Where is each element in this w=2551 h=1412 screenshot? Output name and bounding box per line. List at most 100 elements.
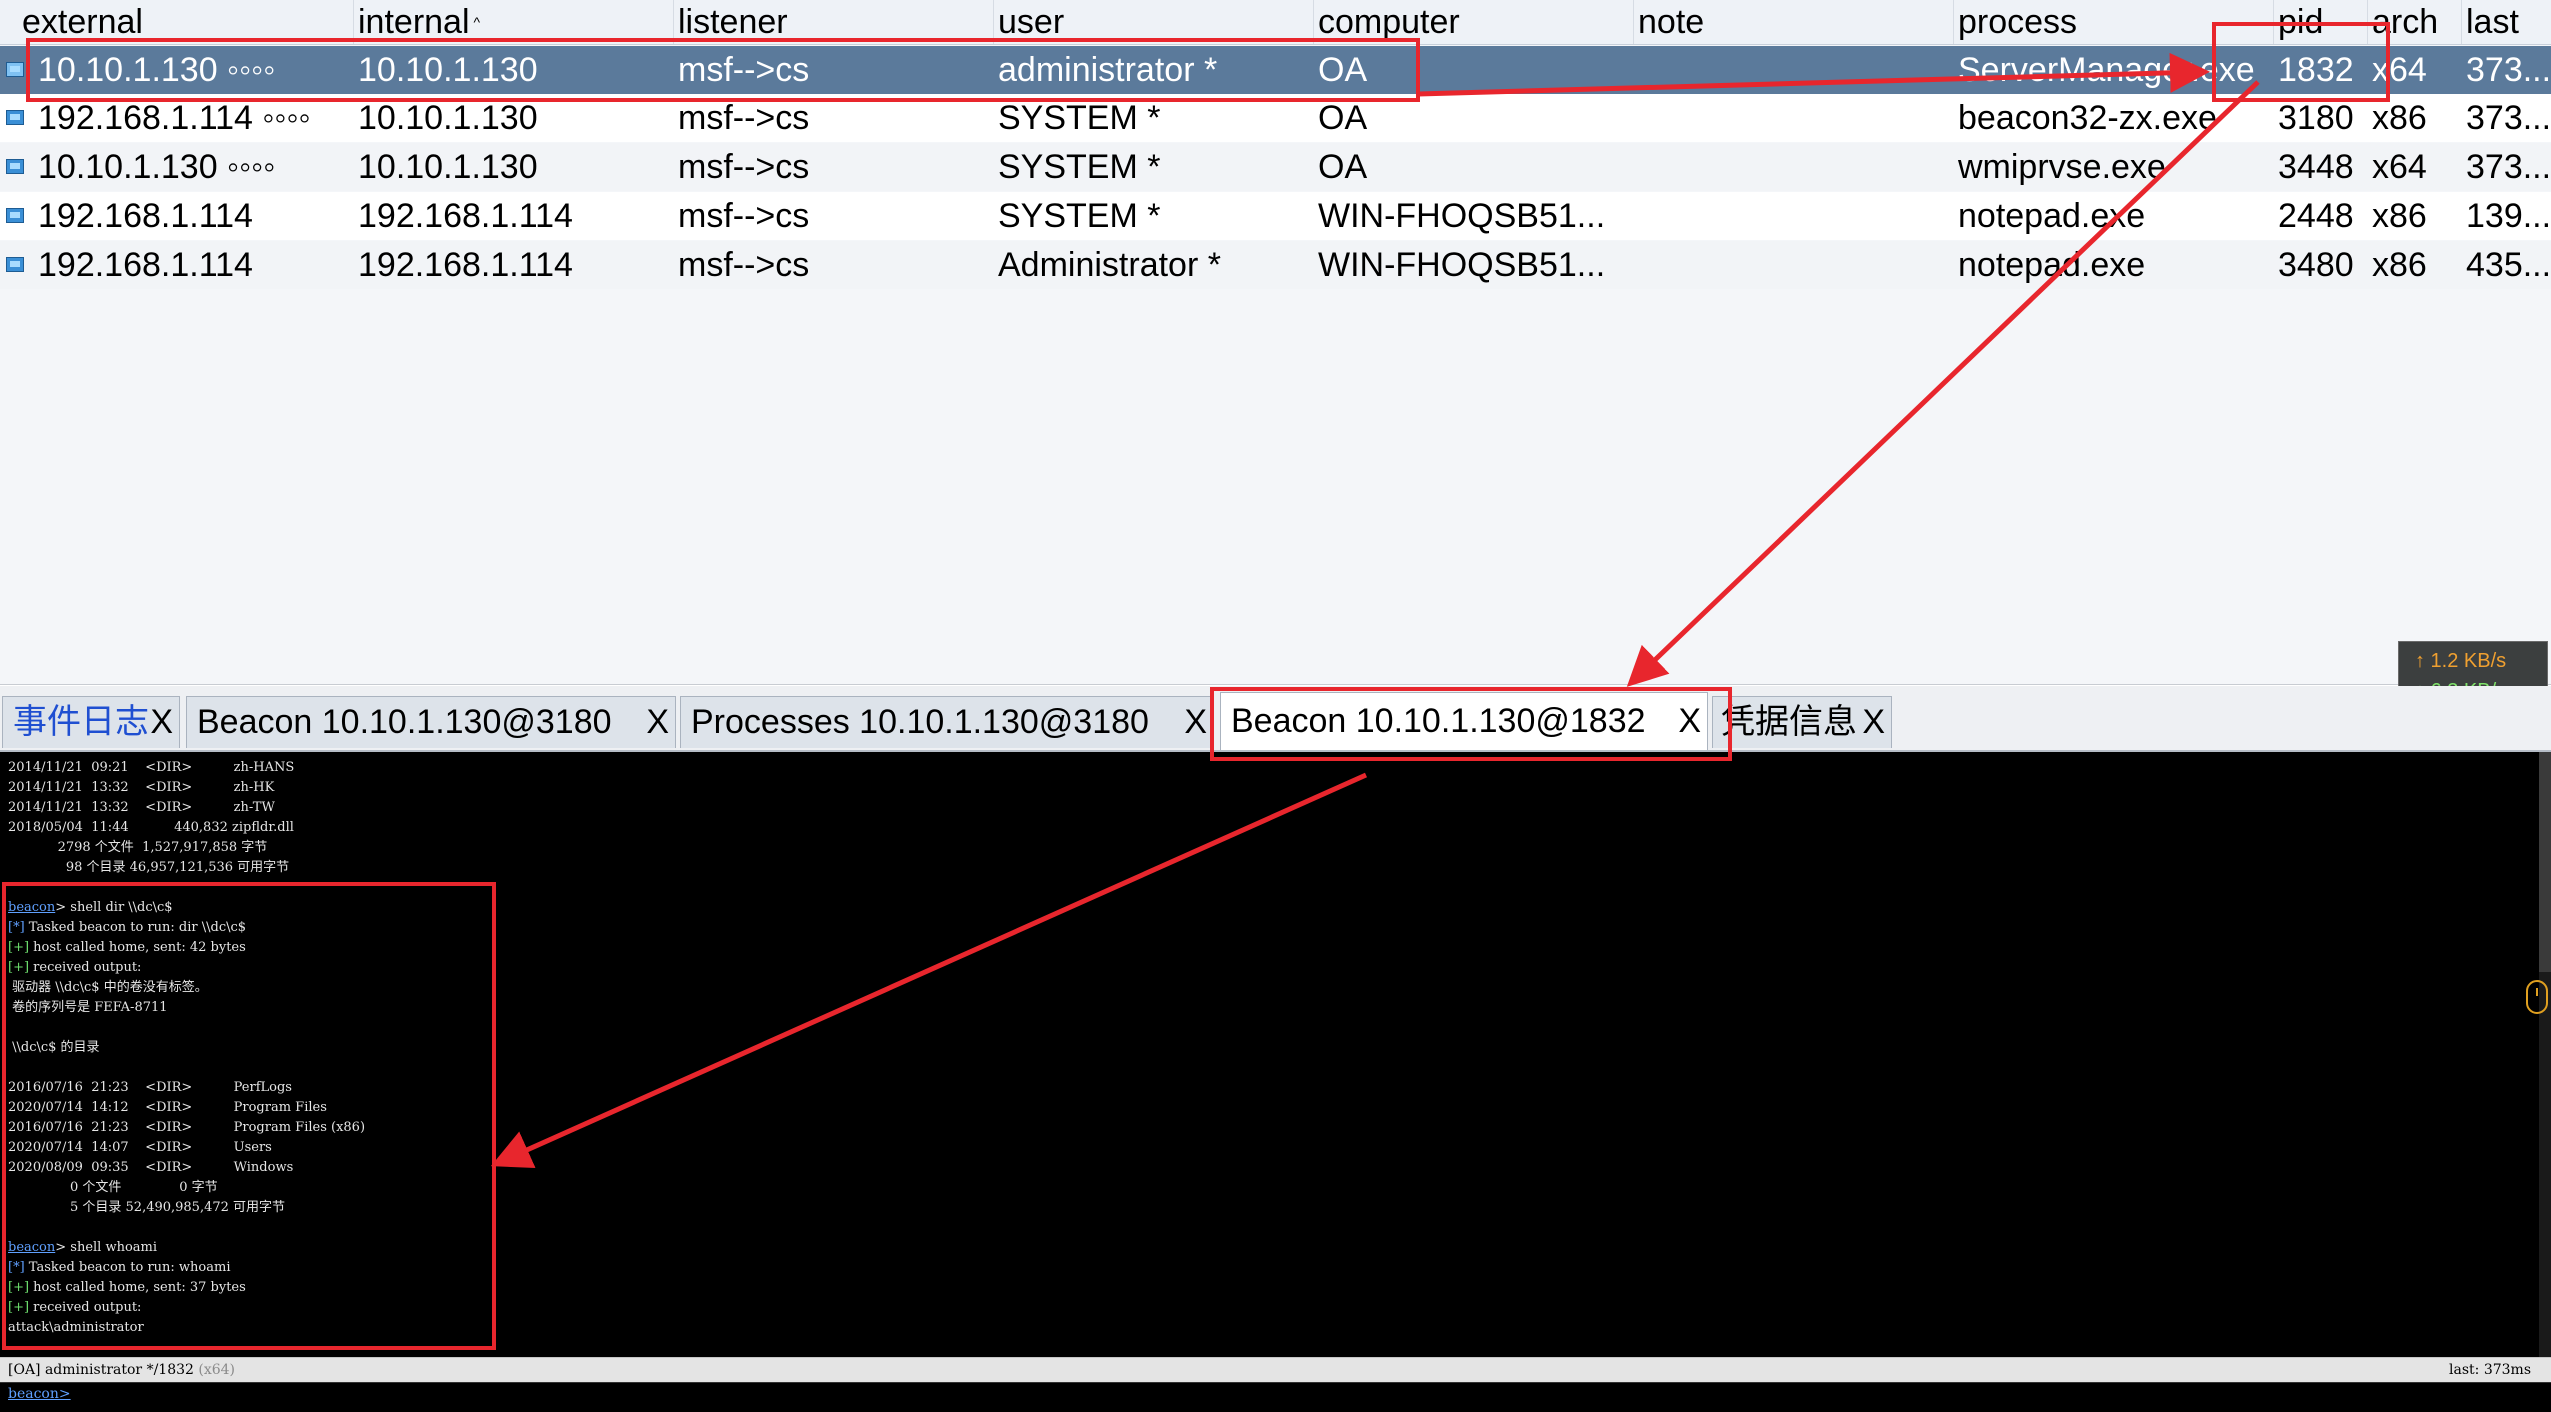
console-line-text: 2016/07/16 21:23 <DIR> PerfLogs bbox=[8, 1080, 292, 1095]
console-line: [+] received output: bbox=[8, 1298, 141, 1318]
close-icon[interactable]: X bbox=[1184, 697, 1207, 747]
console-line-text: > shell whoami bbox=[55, 1240, 158, 1255]
success-marker: [+] bbox=[8, 1280, 30, 1295]
cell-process: notepad.exe bbox=[1958, 246, 2146, 284]
close-icon[interactable]: X bbox=[150, 697, 173, 747]
cell-computer: WIN-FHOQSB51... bbox=[1318, 246, 1606, 284]
console-line-text: host called home, sent: 37 bytes bbox=[29, 1280, 246, 1295]
tab-label: Beacon 10.10.1.130@1832 bbox=[1231, 702, 1646, 740]
cell-arch: x86 bbox=[2372, 197, 2427, 235]
cell-user: SYSTEM * bbox=[998, 99, 1161, 137]
column-header-user[interactable]: user bbox=[994, 0, 1314, 44]
cell-pid: 3180 bbox=[2278, 99, 2354, 137]
scrollbar-thumb[interactable] bbox=[2539, 752, 2551, 972]
cell-internal: 10.10.1.130 bbox=[358, 99, 538, 137]
tab-beacon-1832[interactable]: Beacon 10.10.1.130@1832 X bbox=[1220, 692, 1708, 750]
cell-listener: msf-->cs bbox=[678, 197, 810, 235]
console-line: [*] Tasked beacon to run: whoami bbox=[8, 1258, 231, 1278]
console-line: 2014/11/21 09:21 <DIR> zh-HANS bbox=[8, 758, 294, 778]
console-line-text: Tasked beacon to run: dir \\dc\c$ bbox=[24, 920, 247, 935]
column-header-computer[interactable]: computer bbox=[1314, 0, 1634, 44]
console-line: 2014/11/21 13:32 <DIR> zh-HK bbox=[8, 778, 274, 798]
console-line-text: 98 个目录 46,957,121,536 可用字节 bbox=[8, 860, 290, 875]
console-line-text: received output: bbox=[29, 1300, 142, 1315]
close-icon[interactable]: X bbox=[646, 697, 669, 747]
cell-external: 192.168.1.114 bbox=[38, 197, 253, 235]
sort-caret-icon: ^ bbox=[473, 14, 481, 30]
console-line: [+] host called home, sent: 37 bytes bbox=[8, 1278, 246, 1298]
monitor-icon bbox=[6, 208, 24, 223]
close-icon[interactable]: X bbox=[1678, 693, 1701, 749]
cell-listener: msf-->cs bbox=[678, 246, 810, 284]
status-session-label: [OA] administrator */1832 bbox=[8, 1362, 194, 1378]
console-line: [+] host called home, sent: 42 bytes bbox=[8, 938, 246, 958]
success-marker: [+] bbox=[8, 1300, 30, 1315]
column-header-last[interactable]: last bbox=[2462, 0, 2551, 44]
status-arch: (x64) bbox=[198, 1362, 236, 1378]
cell-computer: OA bbox=[1318, 99, 1368, 137]
cell-listener: msf-->cs bbox=[678, 51, 810, 89]
cell-user: Administrator * bbox=[998, 246, 1221, 284]
close-icon[interactable]: X bbox=[1862, 697, 1885, 747]
tab-bar: 事件日志 X Beacon 10.10.1.130@3180 X Process… bbox=[0, 686, 2551, 752]
column-header-listener[interactable]: listener bbox=[674, 0, 994, 44]
console-line: [*] Tasked beacon to run: dir \\dc\c$ bbox=[8, 918, 246, 938]
console-line-text: 2020/07/14 14:07 <DIR> Users bbox=[8, 1140, 272, 1155]
cell-internal: 10.10.1.130 bbox=[358, 51, 538, 89]
table-row[interactable]: 192.168.1.114 192.168.1.114 msf-->cs Adm… bbox=[0, 241, 2551, 289]
console-line-text: 2018/05/04 11:44 440,832 zipfldr.dll bbox=[8, 820, 294, 835]
column-header-arch[interactable]: arch bbox=[2368, 0, 2462, 44]
console-line: beacon> shell dir \\dc\c$ bbox=[8, 898, 173, 918]
column-header-note[interactable]: note bbox=[1634, 0, 1954, 44]
table-header: external internal ^ listener user compute… bbox=[0, 0, 2551, 45]
console-line-text: 驱动器 \\dc\c$ 中的卷没有标签。 bbox=[8, 980, 208, 995]
status-last-checkin: last: 373ms bbox=[2449, 1362, 2531, 1378]
tab-event-log[interactable]: 事件日志 X bbox=[2, 696, 180, 748]
console-line-text: 2798 个文件 1,527,917,858 字节 bbox=[8, 840, 268, 855]
cell-pid: 3448 bbox=[2278, 148, 2354, 186]
column-header-pid[interactable]: pid bbox=[2274, 0, 2368, 44]
cell-last: 373... bbox=[2466, 99, 2551, 137]
console-line: 2016/07/16 21:23 <DIR> Program Files (x8… bbox=[8, 1118, 365, 1138]
monitor-icon bbox=[6, 159, 24, 174]
cell-process: notepad.exe bbox=[1958, 197, 2146, 235]
console-line: 2018/05/04 11:44 440,832 zipfldr.dll bbox=[8, 818, 294, 838]
console-scrollbar[interactable] bbox=[2539, 752, 2551, 1357]
table-row[interactable]: 192.168.1.114 192.168.1.114 msf-->cs SYS… bbox=[0, 192, 2551, 240]
column-header-external[interactable]: external bbox=[18, 0, 354, 44]
cell-internal: 10.10.1.130 bbox=[358, 148, 538, 186]
cell-computer: WIN-FHOQSB51... bbox=[1318, 197, 1606, 235]
tab-beacon-3180[interactable]: Beacon 10.10.1.130@3180 X bbox=[186, 696, 676, 748]
cell-computer: OA bbox=[1318, 51, 1368, 89]
cell-pid: 2448 bbox=[2278, 197, 2354, 235]
command-input[interactable] bbox=[80, 1386, 2484, 1408]
task-marker: [*] bbox=[8, 920, 25, 935]
cell-note bbox=[1634, 241, 1954, 289]
cell-note bbox=[1634, 192, 1954, 240]
console-line-text: 0 个文件 0 字节 bbox=[8, 1180, 218, 1195]
console-line-text: attack\administrator bbox=[8, 1320, 144, 1335]
table-row[interactable]: 10.10.1.130 ◦◦◦◦ 10.10.1.130 msf-->cs ad… bbox=[0, 46, 2551, 94]
tab-processes-3180[interactable]: Processes 10.10.1.130@3180 X bbox=[680, 696, 1214, 748]
console-line-text: 2014/11/21 13:32 <DIR> zh-HK bbox=[8, 780, 275, 795]
column-header-internal[interactable]: internal ^ bbox=[354, 0, 674, 44]
cell-arch: x64 bbox=[2372, 51, 2427, 89]
cell-pid: 3480 bbox=[2278, 246, 2354, 284]
cell-last: 139... bbox=[2466, 197, 2551, 235]
cell-arch: x64 bbox=[2372, 148, 2427, 186]
console-line: 2014/11/21 13:32 <DIR> zh-TW bbox=[8, 798, 275, 818]
cell-external: 192.168.1.114 bbox=[38, 246, 253, 284]
table-row[interactable]: 10.10.1.130 ◦◦◦◦ 10.10.1.130 msf-->cs SY… bbox=[0, 143, 2551, 191]
table-row[interactable]: 192.168.1.114 ◦◦◦◦ 10.10.1.130 msf-->cs … bbox=[0, 94, 2551, 142]
cell-process: ServerManager.exe bbox=[1958, 51, 2255, 89]
console-line: \\dc\c$ 的目录 bbox=[8, 1038, 99, 1058]
tab-credentials[interactable]: 凭据信息 X bbox=[1712, 696, 1892, 748]
column-header-process[interactable]: process bbox=[1954, 0, 2274, 44]
cell-process: wmiprvse.exe bbox=[1958, 148, 2166, 186]
cell-listener: msf-->cs bbox=[678, 148, 810, 186]
cell-note bbox=[1634, 46, 1954, 94]
console-line-text: 5 个目录 52,490,985,472 可用字节 bbox=[8, 1200, 286, 1215]
console-line-text: 2020/07/14 14:12 <DIR> Program Files bbox=[8, 1100, 327, 1115]
tab-label: Beacon 10.10.1.130@3180 bbox=[197, 703, 612, 741]
console-line-text: 2016/07/16 21:23 <DIR> Program Files (x8… bbox=[8, 1120, 366, 1135]
